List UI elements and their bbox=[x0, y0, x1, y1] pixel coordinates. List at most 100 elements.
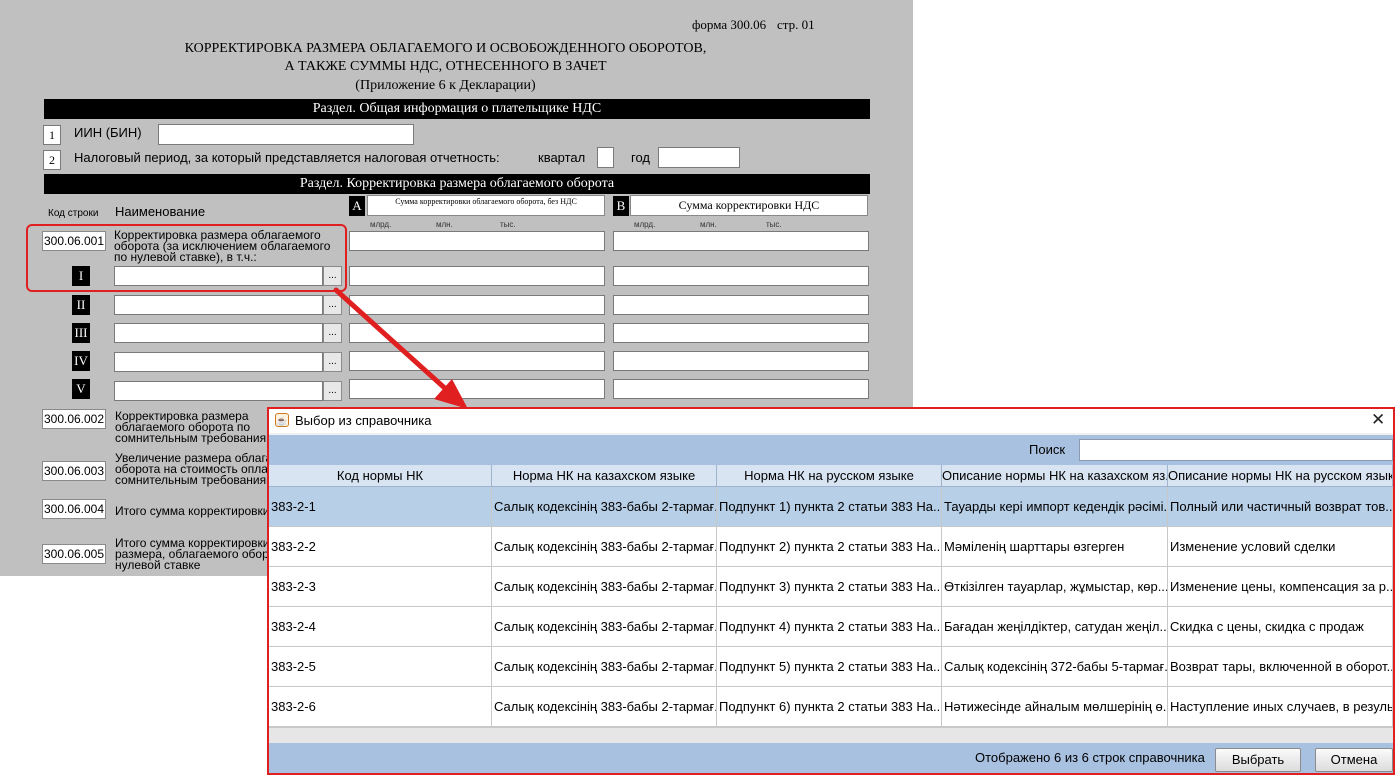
cell-desc-kz: Тауарды кері импорт кедендік рәсімі... bbox=[942, 487, 1168, 527]
subrow-amount-b-5[interactable] bbox=[613, 379, 869, 399]
cell-desc-ru: Наступление иных случаев, в резуль... bbox=[1168, 687, 1393, 727]
page-number: стр. 01 bbox=[777, 17, 815, 32]
subrow-amount-b-2[interactable] bbox=[613, 295, 869, 315]
col-header-desc-kz[interactable]: Описание нормы НК на казахском яз... bbox=[942, 465, 1168, 487]
row-label-004: Итого сумма корректировки bbox=[115, 504, 270, 518]
year-input[interactable] bbox=[658, 147, 740, 168]
table-row[interactable]: 383-2-3 Салық кодексінің 383-бабы 2-тарм… bbox=[269, 567, 1393, 607]
section-taxable-turnover: Раздел. Корректировка размера облагаемог… bbox=[44, 174, 870, 194]
subrow-amount-b-1[interactable] bbox=[613, 266, 869, 286]
cell-code: 383-2-6 bbox=[269, 687, 492, 727]
subrow-roman-5: V bbox=[72, 379, 90, 399]
cell-norm-kz: Салық кодексінің 383-бабы 2-тармағ... bbox=[492, 647, 717, 687]
cell-desc-ru: Возврат тары, включенной в оборот... bbox=[1168, 647, 1393, 687]
cancel-button[interactable]: Отмена bbox=[1315, 748, 1393, 772]
cell-norm-ru: Подпункт 1) пункта 2 статьи 383 На... bbox=[717, 487, 942, 527]
table-row[interactable]: 383-2-4 Салық кодексінің 383-бабы 2-тарм… bbox=[269, 607, 1393, 647]
table-filler bbox=[269, 727, 1393, 743]
subrow-amount-a-1[interactable] bbox=[349, 266, 605, 286]
cell-norm-ru: Подпункт 3) пункта 2 статьи 383 На... bbox=[717, 567, 942, 607]
cell-norm-ru: Подпункт 5) пункта 2 статьи 383 На... bbox=[717, 647, 942, 687]
search-input[interactable] bbox=[1079, 439, 1393, 461]
form-subtitle: (Приложение 6 к Декларации) bbox=[355, 78, 536, 93]
table-row[interactable]: 383-2-2 Салық кодексінің 383-бабы 2-тарм… bbox=[269, 527, 1393, 567]
iin-input[interactable] bbox=[158, 124, 414, 145]
col-b-title: Сумма корректировки НДС bbox=[630, 195, 868, 216]
quarter-input[interactable] bbox=[597, 147, 614, 168]
subrow-roman-2: II bbox=[72, 295, 90, 315]
search-label: Поиск bbox=[1029, 442, 1066, 457]
cell-norm-ru: Подпункт 4) пункта 2 статьи 383 На... bbox=[717, 607, 942, 647]
unit-tys-b: тыс. bbox=[766, 220, 782, 229]
cell-desc-ru: Полный или частичный возврат тов... bbox=[1168, 487, 1393, 527]
col-header-norm-ru[interactable]: Норма НК на русском языке bbox=[717, 465, 942, 487]
unit-mln-b: млн. bbox=[700, 220, 717, 229]
subrow-amount-b-3[interactable] bbox=[613, 323, 869, 343]
quarter-label: квартал bbox=[538, 150, 586, 165]
row-code-005: 300.06.005 bbox=[42, 544, 106, 564]
cell-code: 383-2-3 bbox=[269, 567, 492, 607]
arrow-icon bbox=[333, 287, 468, 409]
unit-mlrd-a: млрд. bbox=[370, 220, 392, 229]
reference-dialog: ☕ Выбор из справочника ✕ Поиск Код нормы… bbox=[267, 407, 1395, 775]
subrow-name-input-3[interactable] bbox=[114, 323, 323, 343]
cell-norm-ru: Подпункт 2) пункта 2 статьи 383 На... bbox=[717, 527, 942, 567]
subrow-name-input-2[interactable] bbox=[114, 295, 323, 315]
tax-period-label: Налоговый период, за который представляе… bbox=[74, 150, 500, 165]
cell-norm-kz: Салық кодексінің 383-бабы 2-тармағ... bbox=[492, 527, 717, 567]
cell-norm-ru: Подпункт 6) пункта 2 статьи 383 На... bbox=[717, 687, 942, 727]
cell-code: 383-2-5 bbox=[269, 647, 492, 687]
table-row[interactable]: 383-2-1 Салық кодексінің 383-бабы 2-тарм… bbox=[269, 487, 1393, 527]
row-code-003: 300.06.003 bbox=[42, 461, 106, 481]
cell-code: 383-2-2 bbox=[269, 527, 492, 567]
col-header-desc-ru[interactable]: Описание нормы НК на русском языке bbox=[1168, 465, 1393, 487]
row-code-002: 300.06.002 bbox=[42, 409, 106, 429]
cell-norm-kz: Салық кодексінің 383-бабы 2-тармағ... bbox=[492, 567, 717, 607]
form-title-line1: КОРРЕКТИРОВКА РАЗМЕРА ОБЛАГАЕМОГО И ОСВО… bbox=[184, 41, 707, 56]
subrow-roman-3: III bbox=[72, 323, 90, 343]
cell-desc-kz: Өткізілген тауарлар, жұмыстар, көр... bbox=[942, 567, 1168, 607]
reference-table: 383-2-1 Салық кодексінің 383-бабы 2-тарм… bbox=[269, 487, 1393, 743]
cell-desc-ru: Изменение цены, компенсация за р... bbox=[1168, 567, 1393, 607]
unit-mlrd-b: млрд. bbox=[634, 220, 656, 229]
cell-code: 383-2-4 bbox=[269, 607, 492, 647]
cell-norm-kz: Салық кодексінің 383-бабы 2-тармағ... bbox=[492, 607, 717, 647]
row-count-status: Отображено 6 из 6 строк справочника bbox=[975, 750, 1205, 765]
cell-desc-kz: Салық кодексінің 372-бабы 5-тармағ... bbox=[942, 647, 1168, 687]
field2-number: 2 bbox=[43, 150, 61, 170]
java-app-icon: ☕ bbox=[275, 413, 289, 427]
col-a-letter: A bbox=[349, 196, 365, 216]
code-column-header: Код строки bbox=[48, 208, 99, 219]
unit-mln-a: млн. bbox=[436, 220, 453, 229]
close-icon[interactable]: ✕ bbox=[1371, 410, 1385, 430]
row001-amount-a[interactable] bbox=[349, 231, 605, 251]
highlight-box bbox=[26, 224, 347, 292]
select-button[interactable]: Выбрать bbox=[1215, 748, 1301, 772]
unit-tys-a: тыс. bbox=[500, 220, 516, 229]
table-row[interactable]: 383-2-5 Салық кодексінің 383-бабы 2-тарм… bbox=[269, 647, 1393, 687]
cell-code: 383-2-1 bbox=[269, 487, 492, 527]
col-header-code[interactable]: Код нормы НК bbox=[269, 465, 492, 487]
dialog-footer: Отображено 6 из 6 строк справочника Выбр… bbox=[269, 743, 1393, 773]
iin-label: ИИН (БИН) bbox=[74, 125, 142, 140]
table-row[interactable]: 383-2-6 Салық кодексінің 383-бабы 2-тарм… bbox=[269, 687, 1393, 727]
dialog-title-bar: ☕ Выбор из справочника ✕ bbox=[269, 409, 1393, 433]
search-bar: Поиск bbox=[269, 435, 1393, 465]
row001-amount-b[interactable] bbox=[613, 231, 869, 251]
form-title-line2: А ТАКЖЕ СУММЫ НДС, ОТНЕСЕННОГО В ЗАЧЕТ bbox=[284, 59, 607, 74]
subrow-name-input-5[interactable] bbox=[114, 381, 323, 401]
col-header-norm-kz[interactable]: Норма НК на казахском языке bbox=[492, 465, 717, 487]
year-label: год bbox=[631, 150, 650, 165]
subrow-roman-4: IV bbox=[72, 351, 90, 371]
section-general-info: Раздел. Общая информация о плательщике Н… bbox=[44, 99, 870, 119]
cell-norm-kz: Салық кодексінің 383-бабы 2-тармағ... bbox=[492, 687, 717, 727]
cell-norm-kz: Салық кодексінің 383-бабы 2-тармағ... bbox=[492, 487, 717, 527]
subrow-name-input-4[interactable] bbox=[114, 352, 323, 372]
col-a-title: Сумма корректировки облагаемого оборота,… bbox=[367, 195, 605, 216]
subrow-amount-b-4[interactable] bbox=[613, 351, 869, 371]
cell-desc-kz: Бағадан жеңілдіктер, сатудан жеңіл... bbox=[942, 607, 1168, 647]
cell-desc-ru: Изменение условий сделки bbox=[1168, 527, 1393, 567]
row-code-004: 300.06.004 bbox=[42, 499, 106, 519]
cell-desc-kz: Нәтижесінде айналым мөлшерінің ө... bbox=[942, 687, 1168, 727]
col-b-letter: B bbox=[613, 196, 629, 216]
